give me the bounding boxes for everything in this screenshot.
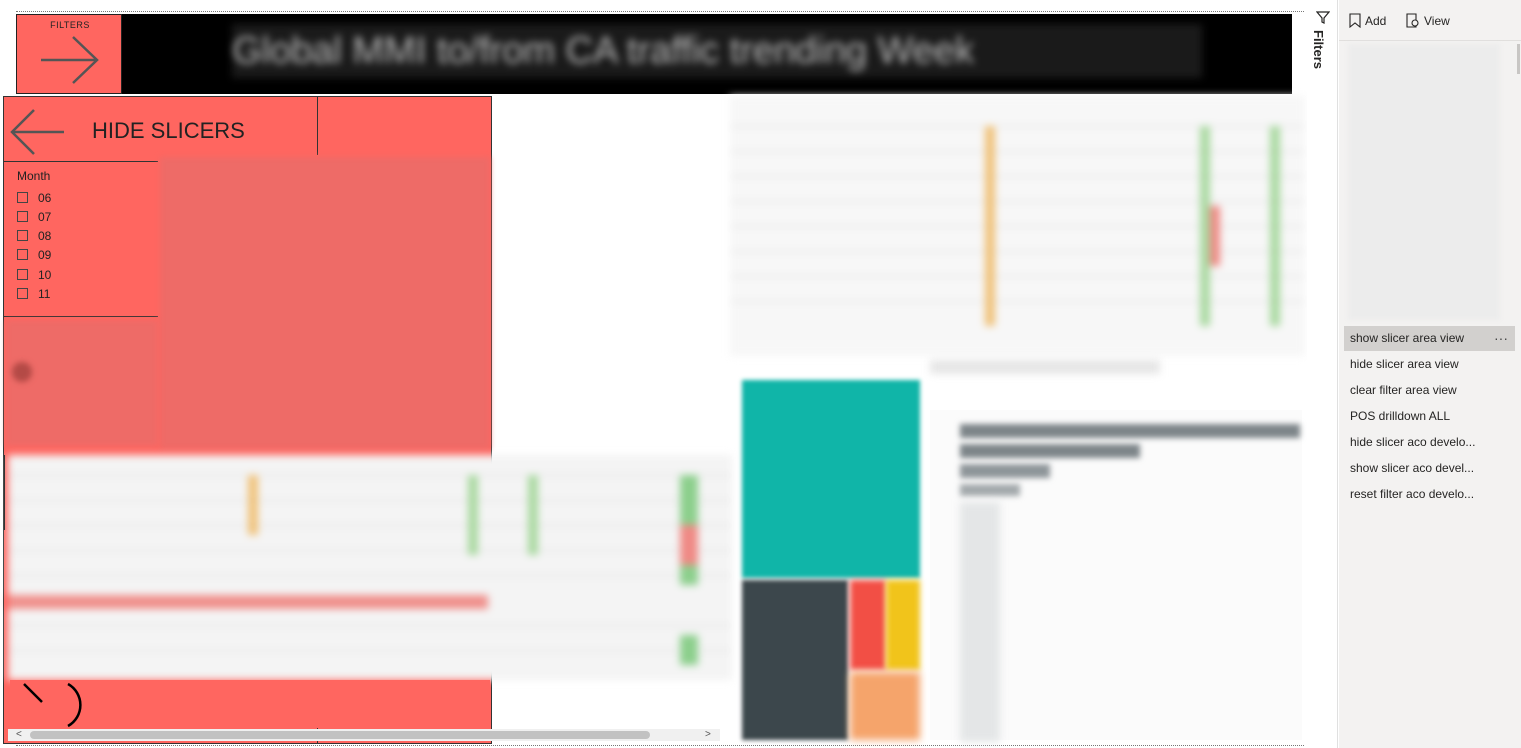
scroll-right-icon[interactable]: >	[705, 729, 711, 741]
bar-chart-blurred	[930, 410, 1302, 742]
bookmark-item[interactable]: clear filter area view	[1344, 378, 1515, 403]
blurred-radio	[12, 362, 32, 382]
bookmark-item[interactable]: show slicer aco devel...	[1344, 456, 1515, 481]
bookmark-item[interactable]: POS drilldown ALL	[1344, 404, 1515, 429]
month-option[interactable]: 09	[17, 245, 51, 264]
checkbox[interactable]	[17, 288, 28, 299]
month-option-label: 06	[38, 190, 52, 205]
month-option-label: 10	[38, 267, 52, 282]
month-slicer-title: Month	[17, 169, 51, 183]
slicer-divider	[4, 161, 158, 162]
filters-pane-label: Filters	[1311, 30, 1326, 70]
month-option-label: 11	[38, 286, 51, 301]
slicer-divider	[317, 97, 318, 155]
checkbox[interactable]	[17, 230, 28, 241]
month-option[interactable]: 10	[17, 265, 51, 284]
funnel-icon	[1316, 11, 1330, 24]
pane-scrollbar[interactable]	[1517, 44, 1520, 74]
slicer-divider	[4, 455, 5, 530]
filters-pane-collapsed[interactable]	[1307, 0, 1338, 748]
scroll-left-icon[interactable]: <	[16, 729, 22, 741]
canvas-bottom-border	[16, 745, 1304, 746]
month-option-label: 07	[38, 209, 52, 224]
slicer-divider	[4, 316, 158, 317]
canvas-top-border	[16, 11, 1304, 12]
view-bookmark-button[interactable]: View	[1406, 13, 1450, 28]
data-table-left	[8, 455, 732, 680]
checkbox[interactable]	[17, 192, 28, 203]
chart-title-blurred	[930, 360, 1160, 374]
scrollbar-thumb[interactable]	[30, 731, 650, 739]
hide-slicers-label: HIDE SLICERS	[92, 118, 245, 143]
treemap-tile[interactable]	[886, 580, 920, 670]
treemap-tile[interactable]	[850, 580, 886, 670]
data-table-right	[730, 96, 1305, 356]
treemap-tile[interactable]	[742, 380, 920, 578]
filters-button[interactable]: FILTERS	[16, 14, 122, 94]
filters-button-label: FILTERS	[50, 20, 90, 30]
checkbox[interactable]	[17, 249, 28, 260]
month-option-label: 08	[38, 228, 52, 243]
bookmark-item[interactable]: hide slicer area view	[1344, 352, 1515, 377]
month-option[interactable]: 06	[17, 188, 51, 207]
view-icon	[1406, 13, 1419, 28]
checkbox[interactable]	[17, 269, 28, 280]
report-title: Global MMI to/from CA traffic trending W…	[232, 24, 1202, 78]
checkbox[interactable]	[17, 211, 28, 222]
month-option[interactable]: 08	[17, 226, 51, 245]
blurred-slicers	[6, 320, 158, 446]
treemap-tile[interactable]	[850, 672, 920, 740]
circle-arc-icon	[23, 682, 82, 728]
bookmark-item[interactable]: show slicer area view	[1344, 326, 1515, 351]
blurred-bookmark-list	[1348, 44, 1500, 320]
month-option-label: 09	[38, 247, 52, 262]
add-label: Add	[1365, 13, 1387, 28]
more-options-icon[interactable]: ···	[1494, 330, 1508, 346]
month-option[interactable]: 07	[17, 207, 51, 226]
bookmark-add-icon	[1349, 13, 1361, 28]
bookmark-item[interactable]: reset filter aco develo...	[1344, 482, 1515, 507]
pane-divider	[1339, 40, 1521, 41]
treemap-tile[interactable]	[742, 580, 848, 740]
month-option[interactable]: 11	[17, 284, 50, 303]
arrow-left-icon	[10, 109, 64, 155]
bookmark-item[interactable]: hide slicer aco develo...	[1344, 430, 1515, 455]
arrow-right-icon	[41, 36, 99, 84]
add-bookmark-button[interactable]: Add	[1349, 13, 1386, 28]
view-label: View	[1424, 13, 1450, 28]
blurred-slicers	[160, 157, 490, 449]
